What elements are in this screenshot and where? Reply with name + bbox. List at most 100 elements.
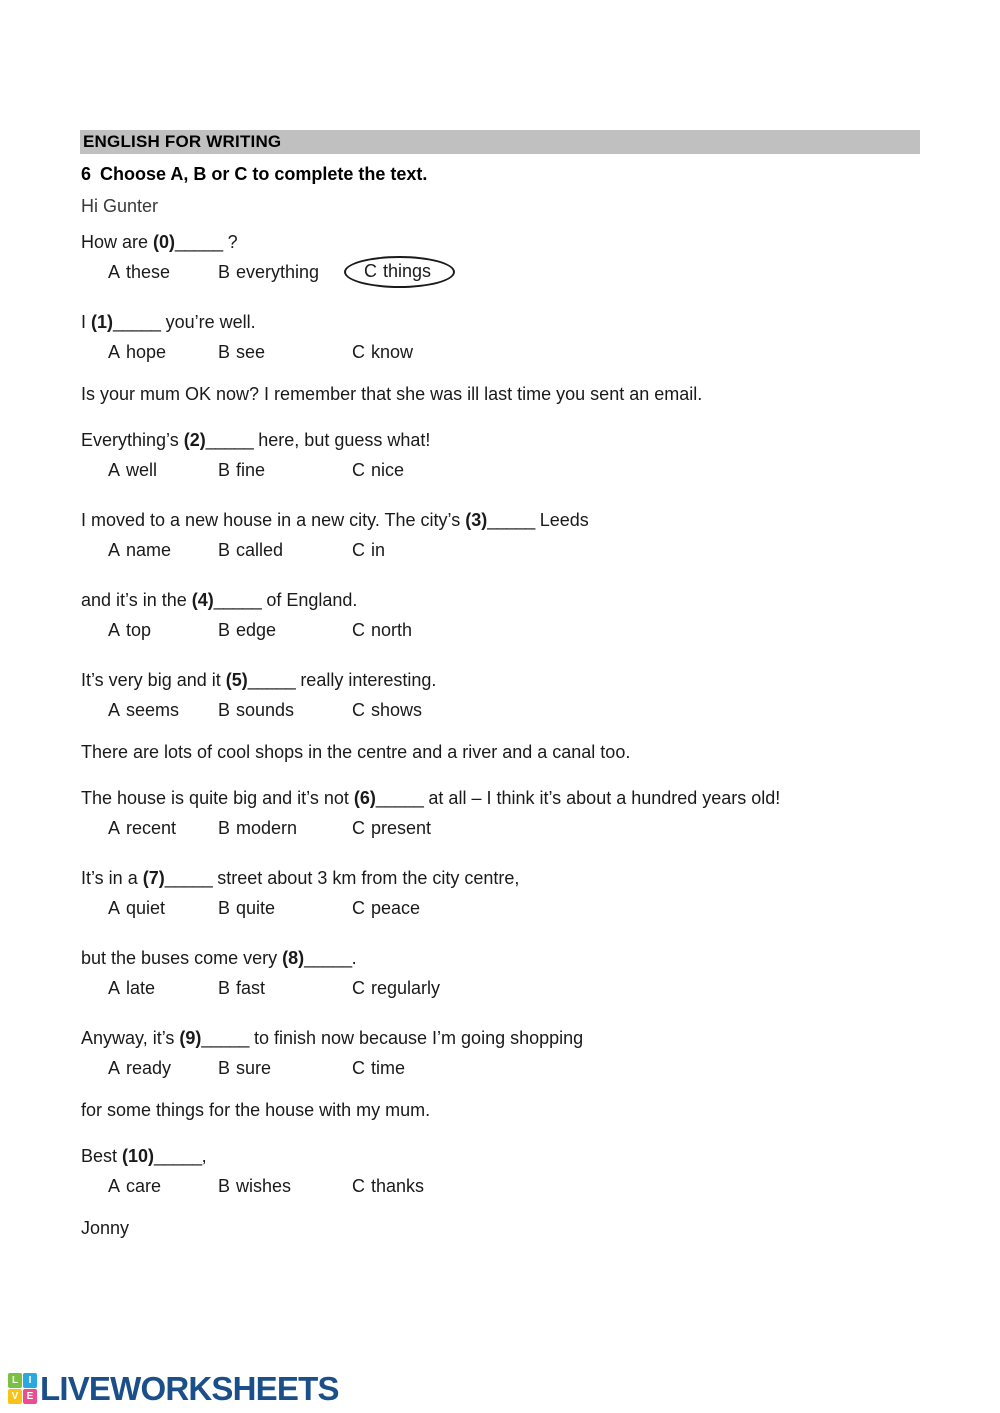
option-c[interactable]: Cpresent — [352, 818, 431, 839]
option-a[interactable]: Awell — [108, 460, 157, 481]
section-title: ENGLISH FOR WRITING — [83, 132, 282, 151]
option-c[interactable]: Ctime — [352, 1058, 405, 1079]
option-a[interactable]: Acare — [108, 1176, 161, 1197]
option-a[interactable]: Alate — [108, 978, 155, 999]
option-text: thanks — [371, 1176, 425, 1196]
prompt-before: It’s very big and it — [81, 670, 226, 690]
question-line: Best (10)_____, — [81, 1143, 941, 1170]
option-row: Arecent Bmodern Cpresent — [81, 812, 941, 847]
option-c[interactable]: Cnice — [352, 460, 404, 481]
option-letter: B — [218, 700, 231, 720]
answer-blank[interactable]: _____ — [487, 510, 535, 530]
prompt-before: and it’s in the — [81, 590, 192, 610]
answer-blank[interactable]: _____ — [201, 1028, 249, 1048]
item-marker: (1) — [91, 312, 114, 332]
logo-tile-i: I — [23, 1373, 37, 1388]
option-c-selected[interactable]: Cthings — [344, 256, 456, 288]
option-row: Ahope Bsee Cknow — [81, 336, 941, 371]
option-a[interactable]: Ahope — [108, 342, 166, 363]
prompt-before: I — [81, 312, 92, 332]
option-b[interactable]: Bquite — [218, 898, 275, 919]
answer-blank[interactable]: _____ — [304, 948, 352, 968]
option-b[interactable]: Bfine — [218, 460, 265, 481]
option-b[interactable]: Bedge — [218, 620, 276, 641]
option-text: things — [383, 261, 432, 281]
option-text: wishes — [236, 1176, 292, 1196]
question-line: It’s very big and it (5)_____ really int… — [81, 667, 941, 694]
option-letter: C — [352, 978, 365, 998]
option-letter: C — [352, 1058, 365, 1078]
option-letter: C — [352, 620, 365, 640]
option-letter: B — [218, 1176, 231, 1196]
option-text: everything — [236, 262, 320, 282]
prompt-after: at all – I think it’s about a hundred ye… — [423, 788, 781, 808]
prompt-before: Everything’s — [81, 430, 184, 450]
option-letter: A — [108, 540, 121, 560]
option-a[interactable]: Atop — [108, 620, 151, 641]
item-marker: (0) — [153, 232, 176, 252]
signature: Jonny — [81, 1218, 130, 1238]
answer-blank[interactable]: _____ — [165, 868, 213, 888]
option-letter: A — [108, 978, 121, 998]
option-text: shows — [371, 700, 423, 720]
option-letter: C — [352, 700, 365, 720]
answer-blank[interactable]: _____ — [154, 1146, 202, 1166]
prompt-before: The house is quite big and it’s not — [81, 788, 354, 808]
option-row: Aname Bcalled Cin — [81, 534, 941, 569]
option-c[interactable]: Cshows — [352, 700, 422, 721]
option-letter: C — [352, 342, 365, 362]
option-c[interactable]: Cnorth — [352, 620, 412, 641]
prompt-after: street about 3 km from the city centre, — [212, 868, 520, 888]
logo-tile-v: V — [8, 1389, 22, 1404]
option-text: hope — [126, 342, 167, 362]
item-marker: (3) — [465, 510, 488, 530]
prompt-before: How are — [81, 232, 154, 252]
option-row: Athese Beverything Cthings — [81, 256, 941, 291]
option-a[interactable]: Aready — [108, 1058, 171, 1079]
option-b[interactable]: Bsee — [218, 342, 265, 363]
option-text: present — [371, 818, 432, 838]
item-marker: (9) — [179, 1028, 202, 1048]
item-marker: (10) — [122, 1146, 155, 1166]
option-a[interactable]: Arecent — [108, 818, 176, 839]
option-c[interactable]: Cknow — [352, 342, 413, 363]
prompt-after: you’re well. — [160, 312, 256, 332]
answer-blank[interactable]: _____ — [248, 670, 296, 690]
option-c[interactable]: Cregularly — [352, 978, 440, 999]
option-letter: A — [108, 620, 121, 640]
option-c[interactable]: Cpeace — [352, 898, 420, 919]
answer-blank[interactable]: _____ — [113, 312, 161, 332]
option-b[interactable]: Bwishes — [218, 1176, 291, 1197]
narration-line: for some things for the house with my mu… — [81, 1100, 431, 1120]
option-letter: A — [108, 898, 121, 918]
option-letter: C — [352, 460, 365, 480]
option-text: nice — [371, 460, 405, 480]
answer-blank[interactable]: _____ — [175, 232, 223, 252]
option-b[interactable]: Bsounds — [218, 700, 294, 721]
option-text: quite — [236, 898, 276, 918]
option-text: edge — [236, 620, 277, 640]
exercise-number: 6 — [81, 164, 92, 184]
prompt-after: of England. — [261, 590, 358, 610]
option-b[interactable]: Bsure — [218, 1058, 271, 1079]
option-c[interactable]: Cin — [352, 540, 385, 561]
option-c[interactable]: Cthanks — [352, 1176, 424, 1197]
answer-blank[interactable]: _____ — [206, 430, 254, 450]
option-text: know — [371, 342, 414, 362]
logo-tile-l: L — [8, 1373, 22, 1388]
answer-blank[interactable]: _____ — [214, 590, 262, 610]
answer-blank[interactable]: _____ — [376, 788, 424, 808]
option-text: seems — [126, 700, 180, 720]
option-b[interactable]: Beverything — [218, 262, 319, 283]
option-b[interactable]: Bfast — [218, 978, 265, 999]
option-b[interactable]: Bcalled — [218, 540, 283, 561]
option-a[interactable]: Aquiet — [108, 898, 165, 919]
prompt-before: Anyway, it’s — [81, 1028, 180, 1048]
option-row: Atop Bedge Cnorth — [81, 614, 941, 649]
option-text: recent — [126, 818, 177, 838]
option-b[interactable]: Bmodern — [218, 818, 297, 839]
option-a[interactable]: Aname — [108, 540, 171, 561]
option-text: care — [126, 1176, 162, 1196]
option-a[interactable]: Aseems — [108, 700, 179, 721]
option-a[interactable]: Athese — [108, 262, 170, 283]
